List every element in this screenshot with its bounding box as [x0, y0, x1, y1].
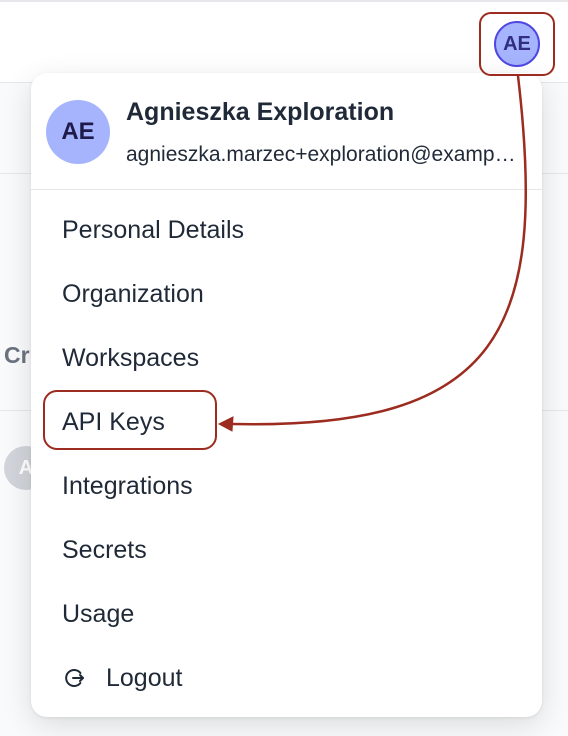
menu-item-secrets[interactable]: Secrets [62, 528, 147, 572]
menu-item-usage[interactable]: Usage [62, 592, 134, 636]
avatar: AE [46, 100, 110, 164]
menu-item-integrations[interactable]: Integrations [62, 464, 193, 508]
menu-item-logout[interactable]: Logout [62, 656, 182, 700]
menu-item-workspaces[interactable]: Workspaces [62, 336, 199, 380]
menu-item-organization[interactable]: Organization [62, 272, 204, 316]
logout-label: Logout [106, 664, 183, 692]
user-avatar-button[interactable]: AE [494, 21, 540, 67]
app-header [0, 2, 568, 83]
user-info-header: AE Agnieszka Exploration agnieszka.marze… [31, 73, 542, 190]
user-name: Agnieszka Exploration [126, 98, 395, 126]
menu-item-api-keys[interactable]: API Keys [62, 400, 165, 444]
menu-item-personal-details[interactable]: Personal Details [62, 208, 244, 252]
user-email: agnieszka.marzec+exploration@example.com [126, 143, 518, 166]
user-menu-dropdown: AE Agnieszka Exploration agnieszka.marze… [31, 73, 542, 717]
page: Cr A AE AE Agnieszka Exploration agniesz… [0, 0, 568, 736]
logout-icon [62, 666, 86, 690]
background-heading: Cr [4, 342, 30, 368]
